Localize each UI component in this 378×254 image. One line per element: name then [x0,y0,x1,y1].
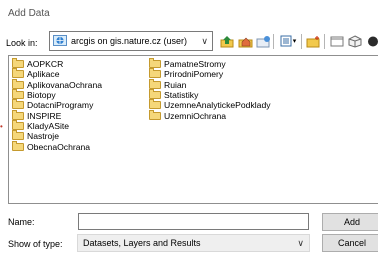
connect-folder-icon[interactable] [255,33,271,49]
folder-label: ObecnaOchrana [27,141,91,152]
folder-column-left: AOPKCR Aplikace AplikovanaOchrana Biotop… [12,58,103,152]
folder-label: Aplikace [27,69,60,80]
chevron-down-icon[interactable]: ∨ [201,36,208,47]
file-list[interactable]: AOPKCR Aplikace AplikovanaOchrana Biotop… [8,55,378,204]
add-button[interactable]: Add [322,213,378,231]
toolbar-separator [324,34,325,49]
folder-icon [12,140,24,151]
view-dropdown-arrow-icon[interactable]: ▾ [293,37,297,45]
toolbar-separator [273,34,274,49]
folder-icon [12,68,24,79]
dialog-title: Add Data [8,8,50,19]
folder-label: DotacniProgramy [27,100,94,111]
look-in-value: arcgis on gis.nature.cz (user) [71,36,188,46]
new-folder-icon[interactable] [305,33,321,49]
connect-icon[interactable] [364,33,378,49]
go-up-icon[interactable] [219,33,235,49]
folder-icon [12,78,24,89]
folder-item[interactable]: Statistiky [149,89,271,101]
folder-label: Biotopy [27,90,56,101]
folder-label: Nastroje [27,131,59,142]
show-of-type-value: Datasets, Layers and Results [83,238,201,248]
folder-icon [12,99,24,110]
edge-marker: • [0,122,3,131]
folder-label: INSPIRE [27,110,62,121]
folder-label: UzemniOchrana [164,110,227,121]
folder-label: PamatneStromy [164,59,226,70]
folder-icon [12,89,24,100]
folder-item[interactable]: Aplikace [12,68,102,80]
folder-item[interactable]: UzemniOchrana [149,109,271,121]
folder-label: PrirodniPomery [164,69,224,80]
show-of-type-dropdown[interactable]: Datasets, Layers and Results ∨ [77,234,310,252]
cube-icon[interactable] [347,33,363,49]
folder-item[interactable]: KladyASite [12,119,102,131]
list-view-icon[interactable]: ▾ [278,33,298,49]
folder-icon [149,68,161,79]
folder-label: AOPKCR [27,59,64,70]
folder-item[interactable]: PamatneStromy [149,58,271,70]
folder-icon [149,89,161,100]
folder-item[interactable]: ObecnaOchrana [12,140,102,152]
folder-item[interactable]: Ruian [149,78,271,90]
folder-item[interactable]: UzemneAnalytickePodklady [149,99,271,111]
cancel-button[interactable]: Cancel [322,234,378,252]
look-in-dropdown[interactable]: arcgis on gis.nature.cz (user) ∨ [49,31,213,51]
folder-item[interactable]: DotacniProgramy [12,99,102,111]
look-in-label: Look in: [6,38,38,48]
folder-icon [12,130,24,141]
folder-item[interactable]: AplikovanaOchrana [12,78,103,90]
folder-icon [149,78,161,89]
folder-item[interactable]: AOPKCR [12,58,102,70]
folder-item[interactable]: PrirodniPomery [149,68,271,80]
folder-column-right: PamatneStromy PrirodniPomery Ruian Stati… [149,58,271,121]
folder-label: KladyASite [27,120,70,131]
folder-icon [12,109,24,120]
name-label: Name: [8,217,35,227]
folder-icon [149,109,161,120]
folder-label: Ruian [164,79,187,90]
folder-item[interactable]: Nastroje [12,130,102,142]
folder-item[interactable]: Biotopy [12,89,102,101]
folder-label: UzemneAnalytickePodklady [164,100,271,111]
folder-icon [149,99,161,110]
chevron-down-icon[interactable]: ∨ [297,238,304,249]
folder-icon [12,58,24,69]
folder-label: Statistiky [164,90,199,101]
server-globe-icon [53,34,67,49]
name-input[interactable] [78,213,309,230]
folder-item[interactable]: INSPIRE [12,109,102,121]
folder-icon [12,119,24,130]
folder-label: AplikovanaOchrana [27,79,103,90]
toolbar-separator [301,34,302,49]
catalog-icon[interactable] [329,33,345,49]
folder-icon [149,58,161,69]
show-of-type-label: Show of type: [8,239,63,249]
home-icon[interactable] [237,33,253,49]
